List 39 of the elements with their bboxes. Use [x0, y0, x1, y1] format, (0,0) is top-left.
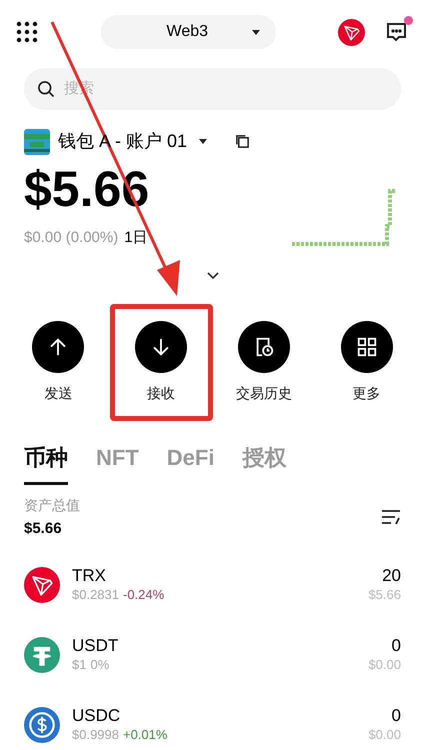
token-symbol: USDC: [72, 706, 122, 726]
action-button[interactable]: 更多: [315, 304, 418, 420]
message-icon[interactable]: [385, 20, 409, 44]
token-change: 0%: [90, 656, 110, 674]
period-label: 1日: [124, 228, 148, 248]
action-button[interactable]: 发送: [7, 304, 110, 420]
asset-tab[interactable]: 币种: [24, 440, 68, 484]
caret-icon: [199, 139, 208, 144]
token-price: $0.9998: [72, 726, 119, 744]
token-change: +0.01%: [123, 726, 168, 744]
action-button[interactable]: 接收: [110, 304, 212, 420]
search-icon: [36, 79, 56, 99]
token-price: $0.2831: [72, 586, 119, 604]
token-symbol: USDT: [72, 636, 120, 656]
action-button[interactable]: 交易历史: [212, 304, 316, 420]
dollar-coin-icon: [24, 707, 60, 743]
sort-filter-icon[interactable]: [381, 509, 401, 526]
token-value: $0.00: [368, 656, 401, 674]
network-selector[interactable]: Web3: [100, 15, 276, 49]
token-symbol: TRX: [72, 566, 107, 586]
total-value: $5.66: [24, 518, 63, 538]
tether-icon: [24, 637, 60, 673]
tron-icon: [24, 567, 60, 603]
token-amount: 0: [390, 636, 401, 656]
caret-icon: [252, 30, 260, 34]
token-value: $5.66: [368, 586, 401, 604]
apps-menu-icon[interactable]: [16, 21, 38, 43]
grid-icon: [356, 336, 378, 358]
avatar-icon: [24, 128, 50, 154]
copy-icon[interactable]: [235, 134, 250, 149]
total-label: 资产总值: [24, 496, 80, 514]
token-amount: 0: [390, 706, 401, 726]
balance-change: $0.00 (0.00%): [24, 228, 118, 248]
token-value: $0.00: [368, 726, 401, 744]
token-price: $1: [72, 656, 86, 674]
expand-chevron-icon[interactable]: [206, 272, 218, 280]
token-change: -0.24%: [123, 586, 164, 604]
token-amount: 20: [381, 566, 401, 586]
tron-network-icon: [338, 18, 365, 46]
